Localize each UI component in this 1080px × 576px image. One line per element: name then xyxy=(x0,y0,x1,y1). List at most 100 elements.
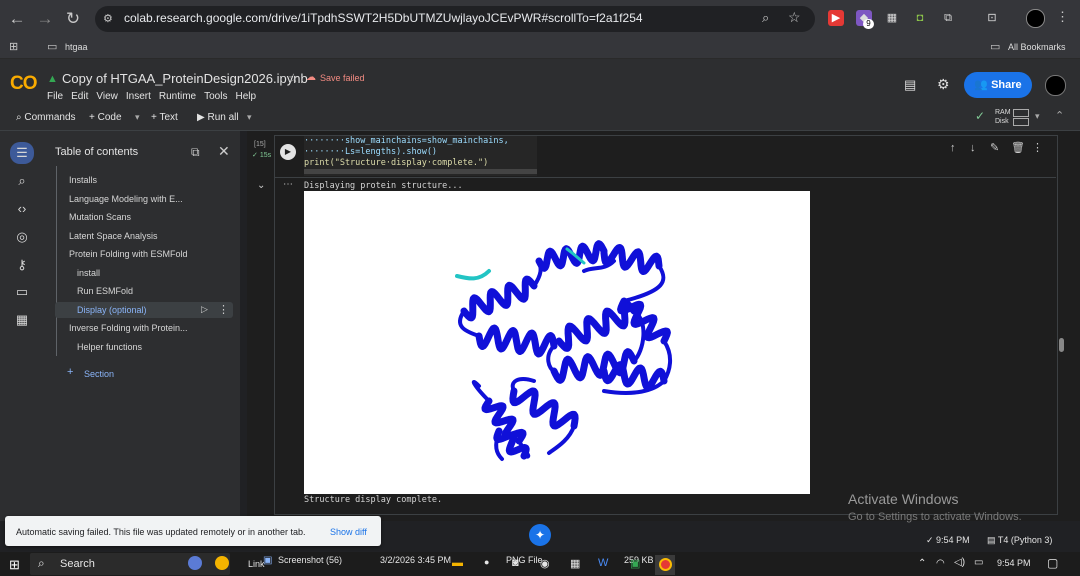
menu-edit[interactable]: Edit xyxy=(71,91,88,102)
file-explorer-icon[interactable]: ▬ xyxy=(452,557,463,569)
collapse-chevron-icon[interactable]: ⌃ xyxy=(1055,109,1064,122)
menu-file[interactable]: File xyxy=(47,91,63,102)
toc-item-display[interactable]: Display (optional) xyxy=(77,305,147,315)
taskbar-clock[interactable]: 9:54 PM xyxy=(997,558,1031,568)
run-all-dropdown-icon[interactable]: ▾ xyxy=(247,112,252,123)
runtime-status[interactable]: ▤ T4 (Python 3) xyxy=(987,535,1052,546)
widget-icon[interactable] xyxy=(188,556,202,570)
word-icon[interactable]: W xyxy=(598,557,608,569)
weather-icon[interactable] xyxy=(215,556,229,570)
tray-chevron-icon[interactable]: ⌃ xyxy=(918,558,926,569)
code-dropdown-icon[interactable]: ▾ xyxy=(135,112,140,123)
camera-app-icon[interactable]: ◙ xyxy=(512,557,519,569)
site-settings-icon[interactable]: ⚙ xyxy=(103,12,113,25)
protein-structure-viewer[interactable] xyxy=(304,191,810,494)
media-player-icon[interactable]: ◉ xyxy=(540,557,550,570)
youtube-extension-icon[interactable]: ▶ xyxy=(828,10,844,26)
bookmark-star-icon[interactable]: ☆ xyxy=(788,9,801,26)
store-icon[interactable]: ▦ xyxy=(570,557,580,570)
gemini-sparkle-icon[interactable]: ✦ xyxy=(529,524,551,546)
toc-item-run-esmfold[interactable]: Run ESMFold xyxy=(77,286,133,296)
files-folder-icon[interactable]: ▭ xyxy=(10,281,34,303)
notification-icon[interactable]: ▢ xyxy=(1047,556,1058,570)
tab-search-icon[interactable]: ⊡ xyxy=(984,10,1000,26)
code-horizontal-scrollbar[interactable] xyxy=(304,169,537,174)
image-extension-icon[interactable]: ▦ xyxy=(884,10,900,26)
close-icon[interactable]: ✕ xyxy=(218,143,230,160)
wifi-icon[interactable]: ◠ xyxy=(936,558,945,569)
drive-icon: ▲ xyxy=(47,73,58,85)
delete-icon[interactable]: 🗑 xyxy=(1011,141,1025,154)
add-code-button[interactable]: + Code xyxy=(89,112,122,123)
taskbar-file-date: 3/2/2026 3:45 PM xyxy=(380,555,452,565)
star-icon[interactable]: ☆ xyxy=(288,71,299,85)
toc-item-protein-folding[interactable]: Protein Folding with ESMFold xyxy=(69,249,188,259)
collapse-output-icon[interactable]: ⌄ xyxy=(257,180,265,191)
runtime-dropdown-icon[interactable]: ▾ xyxy=(1035,111,1040,122)
toc-item-install[interactable]: install xyxy=(77,268,100,278)
toc-item-helper-functions[interactable]: Helper functions xyxy=(77,342,142,352)
run-cell-button[interactable]: ▶ xyxy=(280,144,296,160)
toc-item-mutation-scans[interactable]: Mutation Scans xyxy=(69,212,131,222)
move-up-icon[interactable]: ↑ xyxy=(950,142,956,154)
menu-insert[interactable]: Insert xyxy=(126,91,151,102)
battery-icon[interactable]: ▭ xyxy=(974,557,983,568)
notebook-title[interactable]: Copy of HTGAA_ProteinDesign2026.ipynb xyxy=(62,71,308,86)
back-arrow-icon[interactable]: ← xyxy=(6,8,28,30)
menu-runtime[interactable]: Runtime xyxy=(159,91,196,102)
bookmark-folder-htgaa[interactable]: htgaa xyxy=(65,42,88,52)
open-in-tab-icon[interactable]: ⧉ xyxy=(191,145,200,160)
run-all-button[interactable]: ▶ Run all xyxy=(197,112,239,123)
show-diff-button[interactable]: Show diff xyxy=(330,527,367,537)
edit-pencil-icon[interactable]: ✎ xyxy=(990,141,999,154)
move-down-icon[interactable]: ↓ xyxy=(970,142,976,154)
forward-arrow-icon[interactable]: → xyxy=(34,8,56,30)
resource-labels[interactable]: RAM Disk xyxy=(995,108,1011,126)
copilot-icon[interactable]: ● xyxy=(484,557,489,567)
run-section-icon[interactable]: ▷ xyxy=(201,304,208,315)
find-replace-icon[interactable]: ⌕ xyxy=(10,170,34,192)
output-menu-icon[interactable]: ⋯ xyxy=(283,179,293,190)
execution-count: [15] xyxy=(254,141,266,148)
code-snippets-icon[interactable]: ‹› xyxy=(10,198,34,220)
all-bookmarks[interactable]: All Bookmarks xyxy=(1008,42,1066,52)
browser-menu-icon[interactable]: ⋮ xyxy=(1056,9,1069,25)
menu-tools[interactable]: Tools xyxy=(204,91,227,102)
user-avatar[interactable] xyxy=(1045,75,1066,96)
toc-item-latent-space[interactable]: Latent Space Analysis xyxy=(69,231,158,241)
menu-view[interactable]: View xyxy=(96,91,118,102)
protein-loop xyxy=(582,259,616,273)
reload-icon[interactable]: ↻ xyxy=(62,8,84,30)
share-button[interactable]: 👥 Share xyxy=(964,72,1032,98)
add-text-button[interactable]: + Text xyxy=(151,112,178,123)
variables-icon[interactable]: ◎ xyxy=(10,226,34,248)
add-section-button[interactable]: Section xyxy=(84,369,114,379)
more-options-icon[interactable]: ⋮ xyxy=(218,303,229,316)
windows-start-icon[interactable]: ⊞ xyxy=(9,557,20,573)
apps-grid-icon[interactable]: ⊞ xyxy=(9,40,18,53)
secrets-key-icon[interactable]: ⚷ xyxy=(10,254,34,276)
save-status[interactable]: Save failed xyxy=(320,73,365,83)
puzzle-extension-icon[interactable]: ⧉ xyxy=(940,10,956,26)
cell-more-icon[interactable]: ⋮ xyxy=(1032,141,1043,154)
excel-icon[interactable]: ▣ xyxy=(630,557,640,570)
tab-extension-icon[interactable]: ◘ xyxy=(912,10,928,26)
commands-button[interactable]: ⌕ Commands xyxy=(16,112,76,123)
toc-item-installs[interactable]: Installs xyxy=(69,175,97,185)
table-of-contents-icon[interactable]: ☰ xyxy=(10,142,34,164)
menu-help[interactable]: Help xyxy=(235,91,256,102)
taskbar-search-icon: ⌕ xyxy=(38,556,45,570)
comments-icon[interactable]: ▤ xyxy=(904,77,916,93)
profile-avatar[interactable] xyxy=(1026,9,1045,28)
zoom-icon[interactable]: ⌕ xyxy=(762,10,769,26)
volume-icon[interactable]: ◁) xyxy=(954,557,965,568)
toc-item-language-modeling[interactable]: Language Modeling with E... xyxy=(69,194,183,204)
settings-gear-icon[interactable]: ⚙ xyxy=(937,76,950,93)
notebook-scrollbar[interactable] xyxy=(1059,338,1064,352)
colab-logo[interactable]: CO xyxy=(10,73,37,95)
protein-cartoon xyxy=(455,240,672,461)
toc-item-inverse-folding[interactable]: Inverse Folding with Protein... xyxy=(69,323,188,333)
terminal-grid-icon[interactable]: ▦ xyxy=(10,309,34,331)
taskbar-screenshot[interactable]: Screenshot (56) xyxy=(278,555,342,565)
cloud-off-icon: ☁ xyxy=(306,72,316,83)
